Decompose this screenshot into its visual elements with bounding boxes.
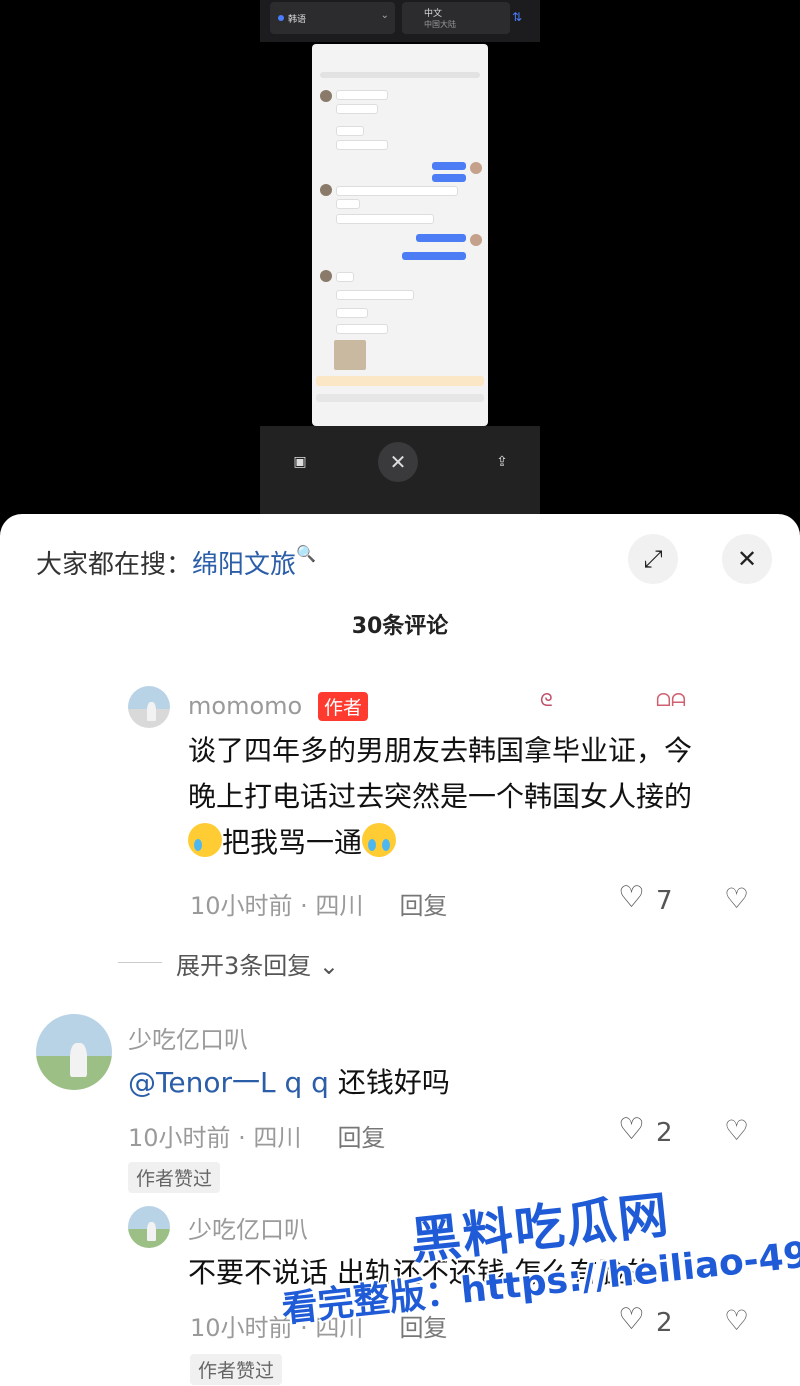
trending-search-keyword[interactable]: 绵阳文旅: [192, 550, 296, 580]
trending-search-prefix: 大家都在搜：: [36, 550, 193, 580]
share-icon[interactable]: ⇪: [482, 442, 522, 482]
comment-time-location: 10小时前 · 四川: [190, 892, 364, 920]
chat-bubble: [336, 90, 388, 100]
avatar: [320, 90, 332, 102]
chat-bubble: [336, 324, 388, 334]
chat-bubble: [336, 290, 414, 300]
comment-time-location: 10小时前 · 四川: [128, 1124, 302, 1152]
comment-text: 谈了四年多的男朋友去韩国拿毕业证，今 晚上打电话过去突然是一个韩国女人接的 把我…: [188, 728, 692, 866]
comment-username[interactable]: momomo: [188, 692, 302, 720]
comment-text-line: 谈了四年多的男朋友去韩国拿毕业证，今: [188, 734, 693, 767]
avatar: [320, 184, 332, 196]
overlay-mark: ᗝᗩ: [656, 690, 686, 711]
like-count: 2: [656, 1118, 673, 1148]
close-sheet-button[interactable]: ✕: [722, 534, 772, 584]
reply-button[interactable]: 回复: [337, 1124, 385, 1152]
chat-bubble: [336, 186, 458, 196]
comment-meta: 10小时前 · 四川 回复: [128, 1118, 385, 1153]
chat-bubble: [336, 272, 354, 282]
comment-text-line: 把我骂一通: [188, 820, 692, 866]
chevron-down-icon: ⌄: [380, 10, 389, 21]
dislike-broken-heart-icon[interactable]: ♡: [724, 1114, 749, 1147]
dislike-broken-heart-icon[interactable]: ♡: [724, 882, 749, 915]
source-language-select[interactable]: 韩语 ⌄: [270, 2, 395, 34]
dislike-broken-heart-icon[interactable]: ♡: [724, 1304, 749, 1337]
comment-text-fragment: 把我骂一通: [222, 826, 363, 859]
comment-username[interactable]: 少吃亿口叭: [188, 1210, 308, 1245]
chat-input: [316, 394, 484, 402]
author-liked-badge: 作者赞过: [190, 1354, 283, 1385]
mention-link[interactable]: @Tenor一L q q: [128, 1066, 329, 1099]
target-region-label: 中国大陆: [424, 20, 456, 29]
like-count: 7: [656, 886, 673, 916]
comment-username[interactable]: 少吃亿口叭: [128, 1020, 248, 1055]
avatar[interactable]: [128, 1206, 170, 1248]
sobbing-emoji-icon: [362, 823, 397, 857]
target-language-label: 中文: [424, 9, 443, 19]
like-heart-icon[interactable]: ♡: [618, 1302, 645, 1337]
chat-bubble: [336, 199, 360, 209]
comment-text-fragment: 还钱好吗: [328, 1066, 450, 1099]
chat-bubble-self: [432, 162, 466, 170]
like-heart-icon[interactable]: ♡: [618, 880, 645, 915]
close-icon: ✕: [736, 545, 758, 573]
trending-search[interactable]: 大家都在搜：绵阳文旅🔍: [36, 544, 316, 581]
chat-bubble-self: [416, 234, 466, 242]
author-liked-badge: 作者赞过: [128, 1162, 221, 1193]
preview-controls: ▣ ✕ ⇪: [260, 426, 540, 526]
avatar[interactable]: [36, 1014, 112, 1090]
avatar[interactable]: [128, 686, 170, 728]
chat-image: [334, 340, 366, 370]
like-heart-icon[interactable]: ♡: [618, 1112, 645, 1147]
avatar: [470, 162, 482, 174]
chat-bubble: [336, 140, 388, 150]
chat-bubble: [336, 126, 364, 136]
divider: [118, 962, 162, 963]
source-language-label: 韩语: [288, 15, 307, 25]
target-language-select[interactable]: 中文 中国大陆: [402, 2, 510, 34]
search-icon: 🔍: [296, 544, 316, 563]
overlay-mark: ᘓ: [540, 690, 553, 711]
avatar: [470, 234, 482, 246]
expand-sheet-button[interactable]: ⤢: [628, 534, 678, 584]
translate-bar: 韩语 ⌄ 中文 中国大陆: [260, 0, 540, 42]
comment-count-title: 30条评论: [351, 614, 449, 639]
comment-meta: 10小时前 · 四川 回复: [190, 886, 447, 921]
swap-language-icon[interactable]: ⇅: [512, 10, 522, 24]
crying-emoji-icon: [188, 823, 222, 857]
translated-screenshot-preview: [312, 44, 488, 426]
close-preview-button[interactable]: ✕: [378, 442, 418, 482]
expand-icon: ⤢: [643, 545, 663, 573]
expand-replies-button[interactable]: 展开3条回复 ⌄: [176, 946, 339, 981]
chat-bubble: [336, 214, 434, 224]
save-icon[interactable]: ▣: [280, 442, 320, 482]
chat-bubble: [336, 308, 368, 318]
like-count: 2: [656, 1308, 673, 1338]
comment-text: @Tenor一L q q 还钱好吗: [128, 1060, 450, 1106]
chat-bubble: [336, 104, 378, 114]
chat-bubble-self: [402, 252, 466, 260]
author-badge: 作者: [318, 692, 369, 721]
comment-text-line: 晚上打电话过去突然是一个韩国女人接的: [188, 780, 693, 813]
chat-bubble-self: [432, 174, 466, 182]
quick-reply-bar: [316, 376, 484, 386]
language-dot-icon: [278, 15, 284, 21]
reply-button[interactable]: 回复: [399, 892, 447, 920]
chat-header: [320, 72, 480, 78]
avatar: [320, 270, 332, 282]
